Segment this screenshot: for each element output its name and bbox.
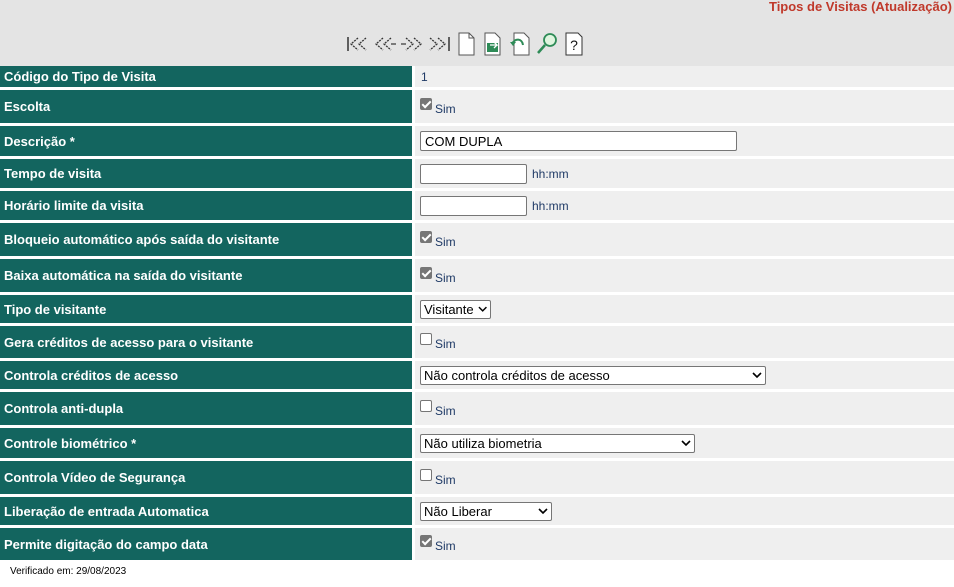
descricao-input[interactable]: COM DUPLA <box>420 131 737 151</box>
last-record-icon[interactable] <box>427 32 451 56</box>
undo-icon[interactable] <box>508 32 532 56</box>
next-record-icon[interactable] <box>400 32 424 56</box>
select-value: Não controla créditos de acesso <box>424 367 610 383</box>
chevron-down-icon <box>538 508 548 515</box>
gera-creditos-checkbox[interactable] <box>420 333 432 345</box>
page-title: Tipos de Visitas (Atualização) <box>768 0 952 14</box>
field-label: Controla créditos de acesso <box>0 361 412 389</box>
field-label: Bloqueio automático após saída do visita… <box>0 223 412 256</box>
field-label: Baixa automática na saída do visitante <box>0 259 412 292</box>
row-escolta: Escolta Sim <box>0 90 954 123</box>
field-label: Controla Vídeo de Segurança <box>0 461 412 494</box>
row-digitacao-data: Permite digitação do campo data Sim <box>0 528 954 560</box>
new-record-icon[interactable] <box>454 32 478 56</box>
horario-input[interactable] <box>420 195 527 216</box>
unit-label: hh:mm <box>532 166 569 181</box>
record-toolbar: ? <box>346 31 586 57</box>
chevron-down-icon <box>478 306 487 312</box>
select-value: Não utiliza biometria <box>424 435 542 451</box>
checkbox-label: Sim <box>435 101 456 116</box>
row-horario: Horário limite da visita hh:mm <box>0 191 954 220</box>
video-checkbox[interactable] <box>420 468 432 481</box>
row-anti-dupla: Controla anti-dupla Sim <box>0 392 954 425</box>
checkbox-label: Sim <box>435 270 456 285</box>
field-label: Tempo de visita <box>0 159 412 188</box>
field-label: Liberação de entrada Automatica <box>0 497 412 525</box>
field-label: Controle biométrico * <box>0 428 412 458</box>
row-tempo: Tempo de visita hh:mm <box>0 159 954 188</box>
verified-date: Verificado em: 29/08/2023 <box>10 566 127 577</box>
unit-label: hh:mm <box>532 198 569 213</box>
tipo-visitante-select[interactable]: Visitante <box>420 299 491 319</box>
field-label: Descrição * <box>0 126 412 156</box>
field-label: Tipo de visitante <box>0 295 412 323</box>
codigo-value: 1 <box>421 69 428 84</box>
chevron-down-icon <box>752 372 762 379</box>
svg-text:?: ? <box>570 37 578 53</box>
top-bar: Tipos de Visitas (Atualização) ? <box>0 0 954 66</box>
field-label: Controla anti-dupla <box>0 392 412 425</box>
baixa-checkbox[interactable] <box>420 266 432 279</box>
chevron-down-icon <box>681 440 691 447</box>
row-controla-creditos: Controla créditos de acesso Não controla… <box>0 361 954 389</box>
field-label: Permite digitação do campo data <box>0 528 412 560</box>
row-video: Controla Vídeo de Segurança Sim <box>0 461 954 494</box>
field-label: Horário limite da visita <box>0 191 412 220</box>
save-icon[interactable] <box>481 32 505 56</box>
row-liberacao: Liberação de entrada Automatica Não Libe… <box>0 497 954 525</box>
checkbox-label: Sim <box>435 234 456 249</box>
digitacao-data-checkbox[interactable] <box>420 535 432 547</box>
select-value: Não Liberar <box>424 503 492 519</box>
form-table: Código do Tipo de Visita 1 Escolta Sim D… <box>0 66 954 563</box>
checkbox-label: Sim <box>435 337 456 351</box>
search-icon[interactable] <box>535 32 559 56</box>
previous-record-icon[interactable] <box>373 32 397 56</box>
checkbox-label: Sim <box>435 472 456 487</box>
tempo-input[interactable] <box>420 163 527 184</box>
liberacao-select[interactable]: Não Liberar <box>420 501 552 521</box>
row-bloqueio: Bloqueio automático após saída do visita… <box>0 223 954 256</box>
field-label: Código do Tipo de Visita <box>0 66 412 87</box>
field-label: Escolta <box>0 90 412 123</box>
row-gera-creditos: Gera créditos de acesso para o visitante… <box>0 326 954 358</box>
row-tipo-visitante: Tipo de visitante Visitante <box>0 295 954 323</box>
row-codigo: Código do Tipo de Visita 1 <box>0 66 954 87</box>
bloqueio-checkbox[interactable] <box>420 230 432 243</box>
row-descricao: Descrição * COM DUPLA <box>0 126 954 156</box>
checkbox-label: Sim <box>435 539 456 553</box>
row-baixa: Baixa automática na saída do visitante S… <box>0 259 954 292</box>
select-value: Visitante <box>424 301 474 317</box>
help-icon[interactable]: ? <box>562 32 586 56</box>
anti-dupla-checkbox[interactable] <box>420 399 432 412</box>
controla-creditos-select[interactable]: Não controla créditos de acesso <box>420 365 766 385</box>
field-label: Gera créditos de acesso para o visitante <box>0 326 412 358</box>
first-record-icon[interactable] <box>346 32 370 56</box>
row-biometrico: Controle biométrico * Não utiliza biomet… <box>0 428 954 458</box>
checkbox-label: Sim <box>435 403 456 418</box>
escolta-checkbox[interactable] <box>420 97 432 110</box>
biometrico-select[interactable]: Não utiliza biometria <box>420 433 695 453</box>
